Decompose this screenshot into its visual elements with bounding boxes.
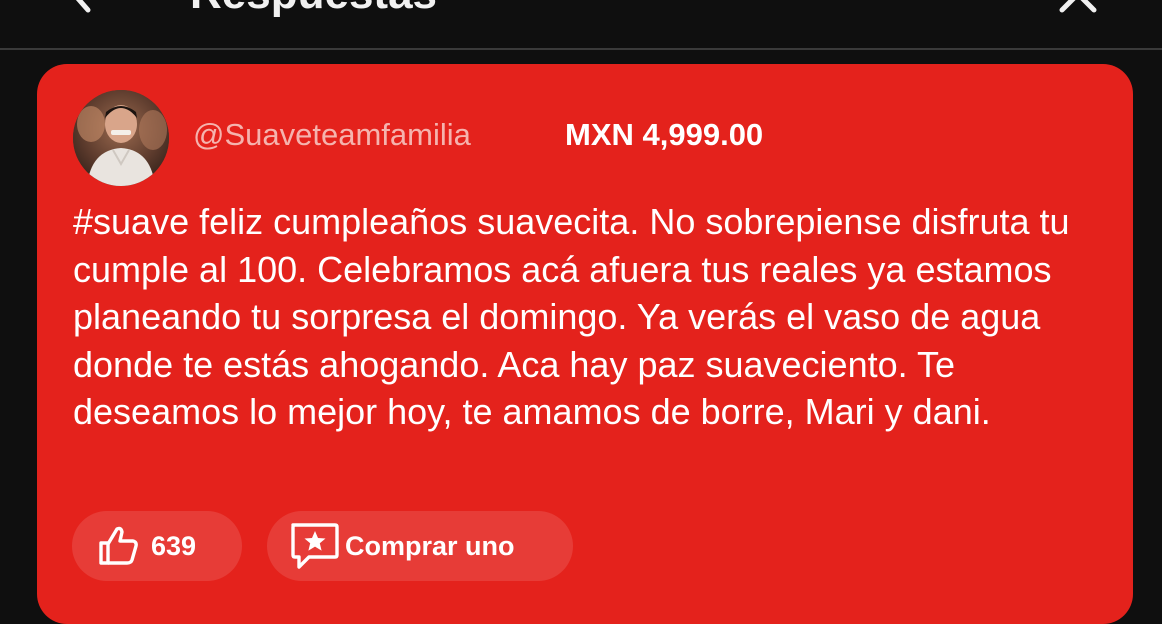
comment-message: #suave feliz cumpleaños suavecita. No so… xyxy=(73,201,1070,432)
super-chat-card: @Suaveteamfamilia MXN 4,999.00 #suave fe… xyxy=(37,64,1133,624)
avatar-image xyxy=(73,90,169,186)
donation-amount: MXN 4,999.00 xyxy=(565,117,764,152)
avatar[interactable] xyxy=(73,90,169,186)
top-bar: Respuestas xyxy=(0,0,1162,50)
like-count: 639 xyxy=(151,530,197,561)
close-icon[interactable] xyxy=(1056,0,1100,14)
buy-button-label: Comprar uno xyxy=(345,530,515,561)
like-button[interactable]: 639 xyxy=(72,511,242,581)
channel-username[interactable]: @Suaveteamfamilia xyxy=(193,117,471,153)
thumbs-up-icon xyxy=(99,526,138,565)
buy-super-chat-button[interactable]: Comprar uno xyxy=(267,511,573,581)
chevron-left-icon[interactable] xyxy=(62,0,102,14)
super-chat-star-icon xyxy=(291,523,339,569)
page-title: Respuestas xyxy=(190,0,437,16)
